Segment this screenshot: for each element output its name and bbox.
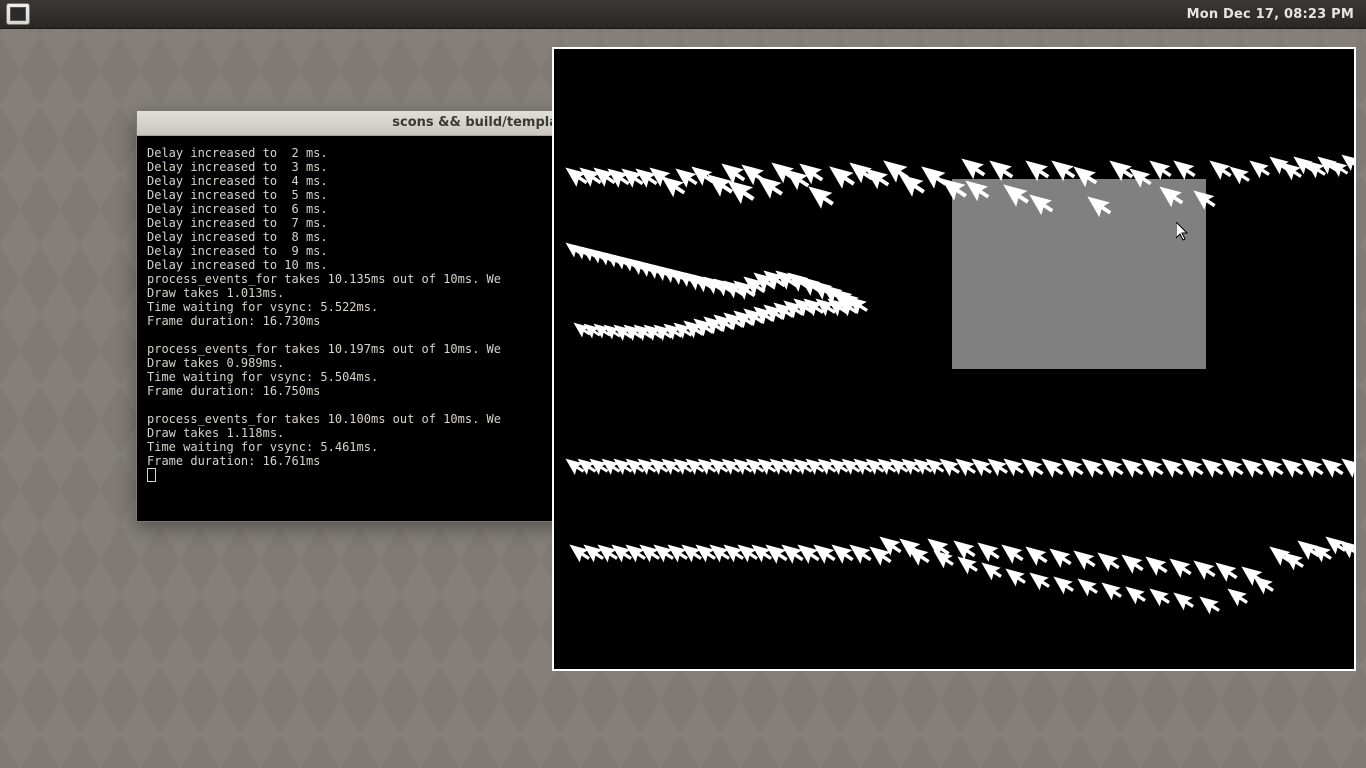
panel-clock[interactable]: Mon Dec 17, 08:23 PM (1187, 7, 1354, 22)
gray-rectangle (952, 179, 1206, 369)
top-panel: Mon Dec 17, 08:23 PM (0, 0, 1366, 29)
graphics-window[interactable] (552, 47, 1356, 671)
graphics-canvas[interactable] (554, 49, 1354, 669)
terminal-cursor (147, 468, 156, 482)
terminal-icon (10, 7, 26, 21)
mouse-cursor-icon (1176, 222, 1196, 246)
taskbar-terminal-button[interactable] (6, 3, 30, 25)
